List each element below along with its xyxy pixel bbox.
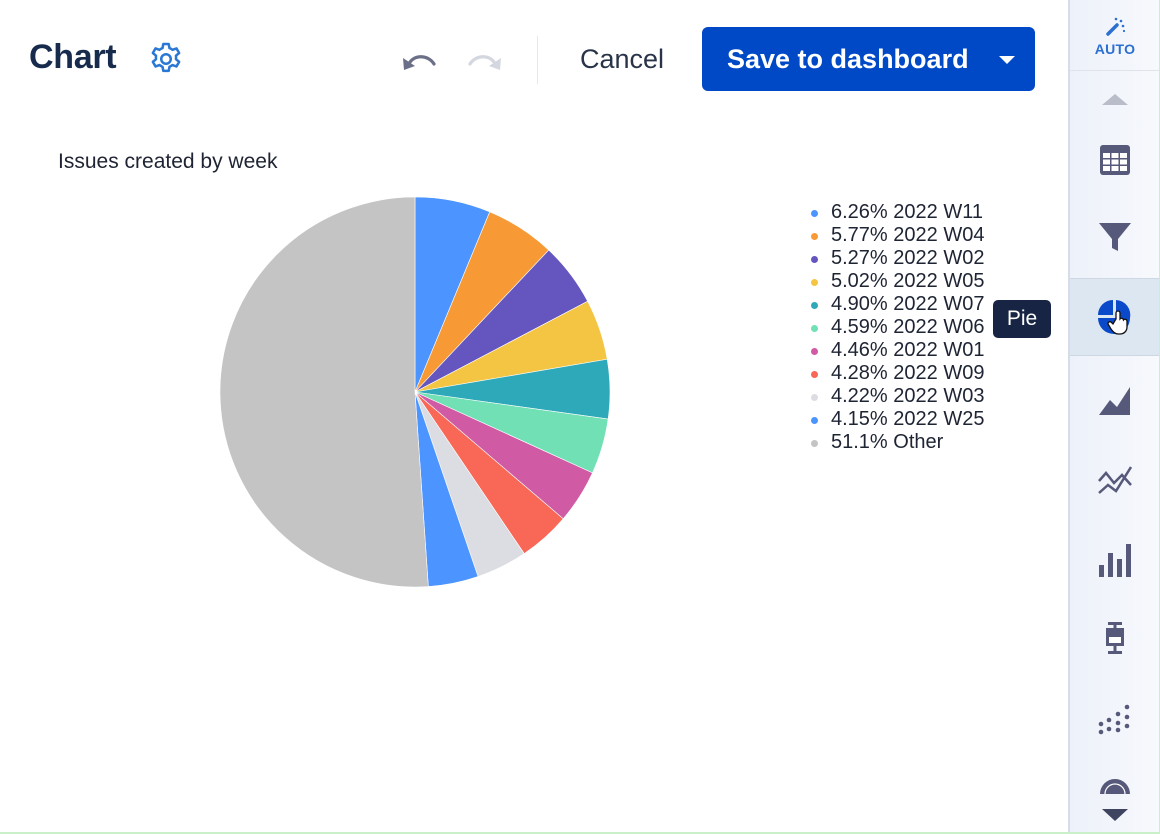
legend-dot (811, 348, 818, 355)
legend-label: 5.27% 2022 W02 (831, 247, 985, 269)
caret-down-icon[interactable] (999, 56, 1015, 64)
legend-item[interactable]: 4.28% 2022 W09 (808, 362, 984, 385)
scatter-icon (1098, 704, 1130, 735)
legend-label: 4.90% 2022 W07 (831, 293, 985, 315)
legend-dot (811, 279, 818, 286)
chart-legend: 6.26% 2022 W11 5.77% 2022 W04 5.27% 2022 W… (808, 201, 984, 454)
sidebar-item-funnel[interactable] (1070, 214, 1160, 260)
pie-slice-other[interactable] (219, 196, 429, 588)
legend-dot (811, 440, 818, 447)
sidebar-item-gauge[interactable] (1070, 776, 1160, 796)
save-label: Save to dashboard (727, 44, 969, 74)
chart-type-sidebar: AUTO (1068, 0, 1160, 834)
legend-label: 4.59% 2022 W06 (831, 316, 985, 338)
sidebar-item-table[interactable] (1070, 138, 1160, 182)
legend-label: 4.15% 2022 W25 (831, 408, 985, 430)
legend-dot (811, 210, 818, 217)
legend-label: 5.02% 2022 W05 (831, 270, 985, 292)
gauge-icon (1100, 779, 1130, 795)
area-chart-icon (1099, 387, 1130, 415)
legend-dot (811, 256, 818, 263)
sidebar-item-area[interactable] (1070, 378, 1160, 422)
legend-label: 6.26% 2022 W11 (831, 201, 983, 223)
chart-header: Chart Cancel Save to dashboard (0, 0, 1068, 120)
legend-item[interactable]: 5.27% 2022 W02 (808, 247, 984, 270)
legend-item[interactable]: 6.26% 2022 W11 (808, 201, 984, 224)
auto-label: AUTO (1094, 41, 1136, 57)
magic-wand-icon (1106, 17, 1126, 36)
legend-item[interactable]: 5.02% 2022 W05 (808, 270, 984, 293)
legend-dot (811, 302, 818, 309)
legend-item[interactable]: 4.90% 2022 W07 (808, 293, 984, 316)
pie-icon (1098, 300, 1131, 335)
chevron-up-icon (1102, 94, 1128, 105)
chevron-down-icon (1102, 809, 1128, 821)
pie-chart (219, 196, 611, 588)
legend-dot (811, 371, 818, 378)
cancel-button[interactable]: Cancel (566, 36, 678, 82)
scroll-up-button[interactable] (1070, 86, 1160, 112)
legend-item[interactable]: 51.1% Other (808, 431, 984, 454)
sidebar-item-pie[interactable] (1070, 278, 1160, 356)
legend-dot (811, 233, 818, 240)
gear-icon[interactable] (147, 40, 185, 78)
box-plot-icon (1106, 622, 1124, 654)
legend-item[interactable]: 4.59% 2022 W06 (808, 316, 984, 339)
sidebar-item-bar[interactable] (1070, 538, 1160, 582)
funnel-icon (1099, 223, 1131, 251)
sidebar-item-line[interactable] (1070, 458, 1160, 502)
sidebar-item-scatter[interactable] (1070, 698, 1160, 742)
legend-label: 4.22% 2022 W03 (831, 385, 985, 407)
legend-dot (811, 325, 818, 332)
legend-dot (811, 417, 818, 424)
chart-title: Issues created by week (58, 150, 278, 173)
legend-item[interactable]: 4.46% 2022 W01 (808, 339, 984, 362)
save-to-dashboard-button[interactable]: Save to dashboard (702, 27, 1035, 91)
page-title: Chart (29, 38, 117, 76)
sidebar-divider (1070, 70, 1160, 71)
redo-icon[interactable] (464, 44, 506, 76)
bar-chart-icon (1099, 544, 1131, 577)
scroll-down-button[interactable] (1070, 804, 1160, 826)
legend-label: 4.46% 2022 W01 (831, 339, 985, 361)
undo-icon[interactable] (398, 44, 440, 76)
toolbar-divider (537, 36, 538, 84)
legend-item[interactable]: 4.15% 2022 W25 (808, 408, 984, 431)
table-icon (1100, 145, 1130, 175)
legend-item[interactable]: 4.22% 2022 W03 (808, 385, 984, 408)
legend-label: 4.28% 2022 W09 (831, 362, 985, 384)
tooltip: Pie (993, 300, 1051, 338)
legend-label: 5.77% 2022 W04 (831, 224, 985, 246)
legend-dot (811, 394, 818, 401)
auto-chart-button[interactable]: AUTO (1070, 8, 1160, 66)
line-chart-icon (1098, 466, 1132, 494)
legend-label: 51.1% Other (831, 431, 944, 453)
sidebar-item-box-plot[interactable] (1070, 616, 1160, 660)
legend-item[interactable]: 5.77% 2022 W04 (808, 224, 984, 247)
